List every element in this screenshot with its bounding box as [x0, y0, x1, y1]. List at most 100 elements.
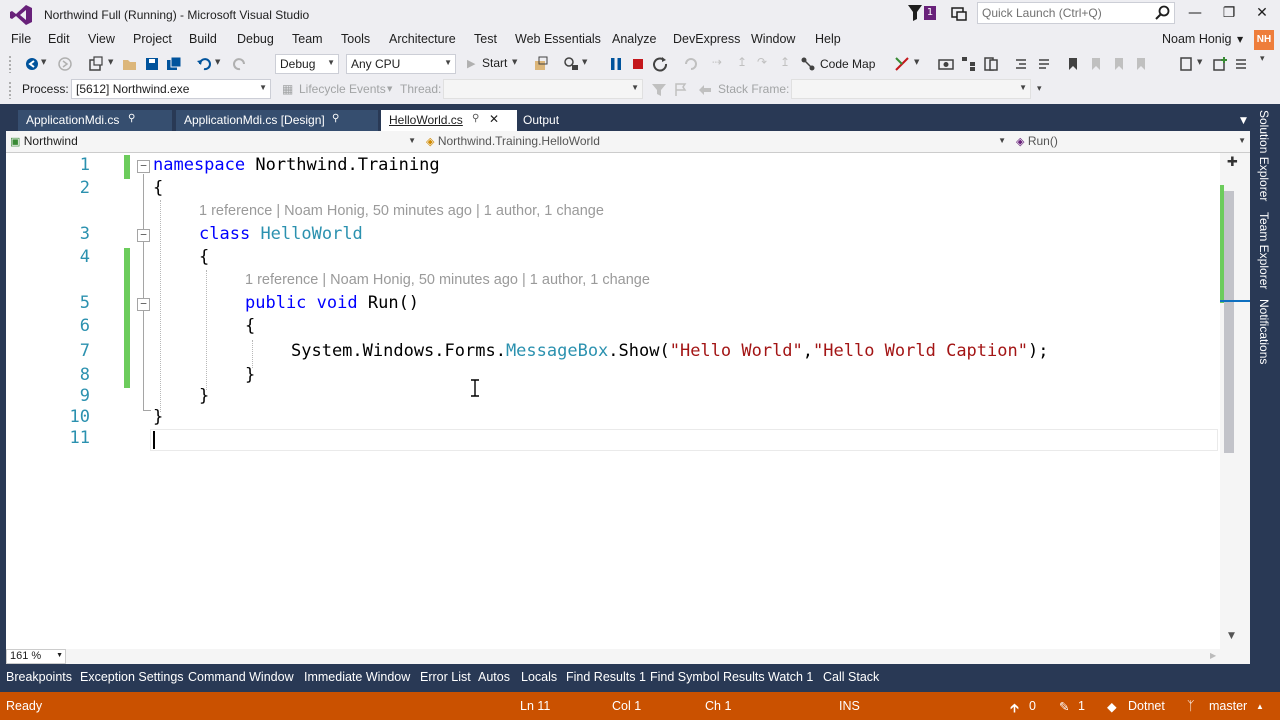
save-all-icon[interactable]: [166, 56, 182, 72]
chevron-down-icon[interactable]: ▼: [914, 58, 919, 66]
scroll-down-icon[interactable]: ▼: [1228, 631, 1235, 641]
step-back-icon[interactable]: ↥: [780, 55, 790, 69]
add-item-icon[interactable]: [1212, 56, 1228, 72]
clear-bookmarks-icon[interactable]: [1133, 56, 1149, 72]
chevron-down-icon[interactable]: ▼: [215, 58, 220, 66]
feedback-filter-icon[interactable]: 1: [908, 5, 938, 23]
scroll-right-icon[interactable]: ▶: [1210, 651, 1216, 660]
tab-call-stack[interactable]: Call Stack: [823, 670, 879, 684]
tab-overflow-icon[interactable]: ▼: [1240, 116, 1247, 126]
chevron-down-icon[interactable]: ▼: [582, 58, 587, 66]
close-window-button[interactable]: ✕: [1251, 5, 1273, 23]
chevron-down-icon[interactable]: ▼: [108, 58, 113, 66]
tab-output[interactable]: Output: [515, 110, 575, 132]
chevron-down-icon[interactable]: ▼: [387, 85, 392, 93]
pending-changes-count[interactable]: 1: [1078, 699, 1085, 713]
screenshot-icon[interactable]: [938, 56, 954, 72]
platform-select[interactable]: Any CPU ▼: [346, 54, 456, 74]
tab-command-window[interactable]: Command Window: [188, 670, 294, 684]
show-next-statement-icon[interactable]: [683, 56, 699, 72]
menu-test[interactable]: Test: [474, 32, 497, 46]
save-icon[interactable]: [144, 56, 160, 72]
pause-icon[interactable]: [608, 56, 624, 72]
avatar[interactable]: NH: [1254, 30, 1274, 50]
menu-architecture[interactable]: Architecture: [389, 32, 456, 46]
quick-launch-input[interactable]: Quick Launch (Ctrl+Q): [977, 2, 1175, 24]
zoom-select[interactable]: 161 % ▼: [6, 649, 66, 664]
minimize-button[interactable]: —: [1184, 5, 1206, 23]
vertical-scrollbar[interactable]: ▼: [1220, 153, 1250, 649]
step-into-icon[interactable]: ⇢: [712, 55, 722, 69]
close-icon[interactable]: ✕: [489, 112, 499, 126]
repository-name[interactable]: Dotnet: [1128, 699, 1165, 713]
thread-select[interactable]: ▼: [443, 79, 643, 99]
navigate-back-icon[interactable]: [24, 56, 40, 72]
code-map-button[interactable]: Code Map: [820, 57, 875, 71]
redo-icon[interactable]: [232, 56, 248, 72]
menu-team[interactable]: Team: [292, 32, 323, 46]
attach-icon[interactable]: [533, 56, 549, 72]
exceptions-icon[interactable]: [894, 56, 910, 72]
toolbar-overflow-icon[interactable]: ▾: [1260, 54, 1265, 64]
toolbar-overflow-icon[interactable]: ▾: [1037, 84, 1042, 94]
chevron-down-icon[interactable]: ▼: [512, 58, 517, 66]
scrollbar-thumb[interactable]: [1224, 191, 1234, 453]
open-file-icon[interactable]: [122, 56, 138, 72]
menu-edit[interactable]: Edit: [48, 32, 70, 46]
chevron-down-icon[interactable]: ▼: [41, 58, 46, 66]
menu-project[interactable]: Project: [133, 32, 172, 46]
tab-applicationmdi-design[interactable]: ApplicationMdi.cs [Design] ⚲: [176, 110, 378, 132]
user-name[interactable]: Noam Honig: [1162, 32, 1231, 46]
chevron-down-icon[interactable]: ▼: [1197, 58, 1202, 66]
tab-immediate-window[interactable]: Immediate Window: [304, 670, 410, 684]
menu-file[interactable]: File: [11, 32, 31, 46]
tab-find-results-1[interactable]: Find Results 1: [566, 670, 646, 684]
next-bookmark-icon[interactable]: [1111, 56, 1127, 72]
pin-icon[interactable]: ⚲: [332, 113, 339, 124]
prev-bookmark-icon[interactable]: [1088, 56, 1104, 72]
lifecycle-events-button[interactable]: Lifecycle Events: [299, 82, 386, 96]
menu-view[interactable]: View: [88, 32, 115, 46]
unpushed-commits-count[interactable]: 0: [1029, 699, 1036, 713]
codelens-method[interactable]: 1 reference | Noam Honig, 50 minutes ago…: [245, 272, 650, 288]
tab-breakpoints[interactable]: Breakpoints: [6, 670, 72, 684]
member-select[interactable]: ◈ Run() ▼: [1012, 133, 1248, 151]
pin-icon[interactable]: ⚲: [472, 113, 479, 124]
project-select[interactable]: ▣ Northwind ▼: [6, 133, 418, 151]
start-button[interactable]: Start: [482, 56, 507, 70]
format-icon[interactable]: [1013, 56, 1029, 72]
tab-autos[interactable]: Autos: [478, 670, 510, 684]
configuration-select[interactable]: Debug ▼: [275, 54, 339, 74]
tab-locals[interactable]: Locals: [521, 670, 557, 684]
menu-build[interactable]: Build: [189, 32, 217, 46]
tab-error-list[interactable]: Error List: [420, 670, 471, 684]
menu-window[interactable]: Window: [751, 32, 795, 46]
tab-applicationmdi-cs[interactable]: ApplicationMdi.cs ⚲: [18, 110, 172, 132]
comment-icon[interactable]: [1036, 56, 1052, 72]
step-over-icon[interactable]: ↥: [737, 55, 747, 69]
documents-icon[interactable]: [983, 56, 999, 72]
tree-icon[interactable]: [961, 56, 977, 72]
new-project-icon[interactable]: [88, 56, 104, 72]
horizontal-scrollbar[interactable]: ▶: [6, 649, 1250, 664]
tab-exception-settings[interactable]: Exception Settings: [80, 670, 184, 684]
tab-helloworld-cs[interactable]: HelloWorld.cs ⚲ ✕: [381, 110, 517, 132]
tab-solution-explorer[interactable]: Solution Explorer: [1257, 110, 1271, 201]
branch-name[interactable]: master: [1209, 699, 1247, 713]
collapse-method-button[interactable]: −: [137, 298, 150, 311]
collapse-namespace-button[interactable]: −: [137, 160, 150, 173]
restart-icon[interactable]: [652, 56, 668, 72]
toolbar-grip[interactable]: [8, 81, 12, 99]
menu-debug[interactable]: Debug: [237, 32, 274, 46]
code-editor[interactable]: [6, 153, 1220, 649]
process-select[interactable]: [5612] Northwind.exe ▼: [71, 79, 271, 99]
stop-icon[interactable]: [630, 56, 646, 72]
navigate-forward-icon[interactable]: [57, 56, 73, 72]
tab-watch-1[interactable]: Watch 1: [768, 670, 813, 684]
stack-frame-select[interactable]: ▼: [791, 79, 1031, 99]
tab-notifications[interactable]: Notifications: [1257, 299, 1271, 364]
menu-devexpress[interactable]: DevExpress: [673, 32, 740, 46]
new-item-icon[interactable]: [1178, 56, 1194, 72]
undo-icon[interactable]: [196, 56, 212, 72]
type-select[interactable]: ◈ Northwind.Training.HelloWorld ▼: [422, 133, 1008, 151]
